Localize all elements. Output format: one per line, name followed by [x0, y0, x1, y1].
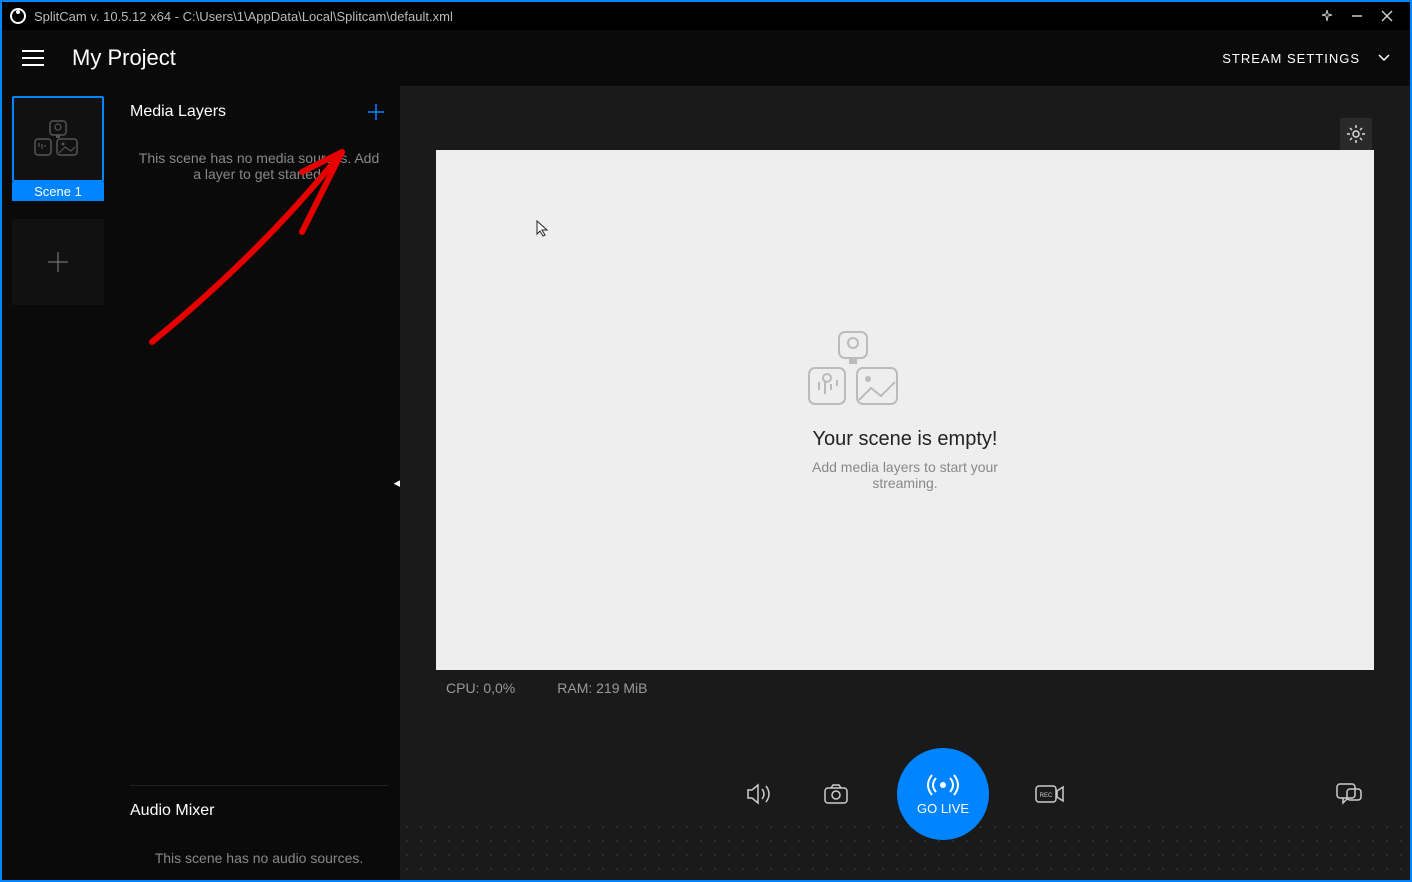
- chat-icon[interactable]: [1334, 779, 1364, 809]
- window-title: SplitCam v. 10.5.12 x64 - C:\Users\1\App…: [34, 9, 453, 24]
- media-icon: [33, 119, 83, 159]
- canvas-empty-title: Your scene is empty!: [805, 428, 1005, 451]
- project-title: My Project: [72, 45, 176, 71]
- ram-stat: RAM: 219 MiB: [557, 680, 647, 696]
- chevron-down-icon: [1378, 54, 1390, 62]
- go-live-button[interactable]: GO LIVE: [897, 748, 989, 840]
- audio-mixer-heading: Audio Mixer: [130, 802, 388, 820]
- scenes-column: Scene 1: [2, 86, 118, 880]
- stream-settings-button[interactable]: STREAM SETTINGS: [1222, 51, 1390, 66]
- svg-text:REC: REC: [1040, 793, 1053, 799]
- media-layers-empty-text: This scene has no media sources. Add a l…: [130, 150, 388, 182]
- minimize-icon[interactable]: [1342, 2, 1372, 30]
- pin-icon[interactable]: [1312, 2, 1342, 30]
- scene-label[interactable]: Scene 1: [12, 182, 104, 201]
- brightness-icon[interactable]: [1340, 118, 1372, 150]
- audio-mixer-empty-text: This scene has no audio sources.: [130, 850, 388, 866]
- app-icon: [10, 8, 26, 24]
- sidebar: Scene 1 Media Layers This scene has no m…: [2, 86, 400, 880]
- canvas-empty-subtitle: Add media layers to start your streaming…: [805, 459, 1005, 491]
- camera-icon[interactable]: [821, 779, 851, 809]
- layers-column: Media Layers This scene has no media sou…: [118, 86, 400, 880]
- audio-mixer-section: Audio Mixer This scene has no audio sour…: [130, 786, 388, 866]
- menu-icon[interactable]: [22, 50, 44, 66]
- broadcast-icon: [926, 773, 960, 797]
- bottom-controls: GO LIVE REC: [400, 748, 1410, 840]
- main-area: Your scene is empty! Add media layers to…: [400, 86, 1410, 880]
- record-icon[interactable]: REC: [1035, 779, 1065, 809]
- go-live-label: GO LIVE: [917, 801, 969, 816]
- stream-settings-label: STREAM SETTINGS: [1222, 51, 1360, 66]
- speaker-icon[interactable]: [745, 779, 775, 809]
- cpu-stat: CPU: 0,0%: [446, 680, 515, 696]
- titlebar: SplitCam v. 10.5.12 x64 - C:\Users\1\App…: [2, 2, 1410, 30]
- cursor-icon: [536, 220, 550, 238]
- add-layer-button[interactable]: [364, 100, 388, 124]
- close-icon[interactable]: [1372, 2, 1402, 30]
- empty-scene-icon: [805, 330, 901, 408]
- add-scene-button[interactable]: [12, 219, 104, 305]
- stats-bar: CPU: 0,0% RAM: 219 MiB: [400, 670, 1410, 706]
- media-layers-heading: Media Layers: [130, 103, 226, 121]
- header: My Project STREAM SETTINGS: [2, 30, 1410, 86]
- preview-canvas[interactable]: Your scene is empty! Add media layers to…: [436, 150, 1374, 670]
- scene-thumbnail[interactable]: [12, 96, 104, 182]
